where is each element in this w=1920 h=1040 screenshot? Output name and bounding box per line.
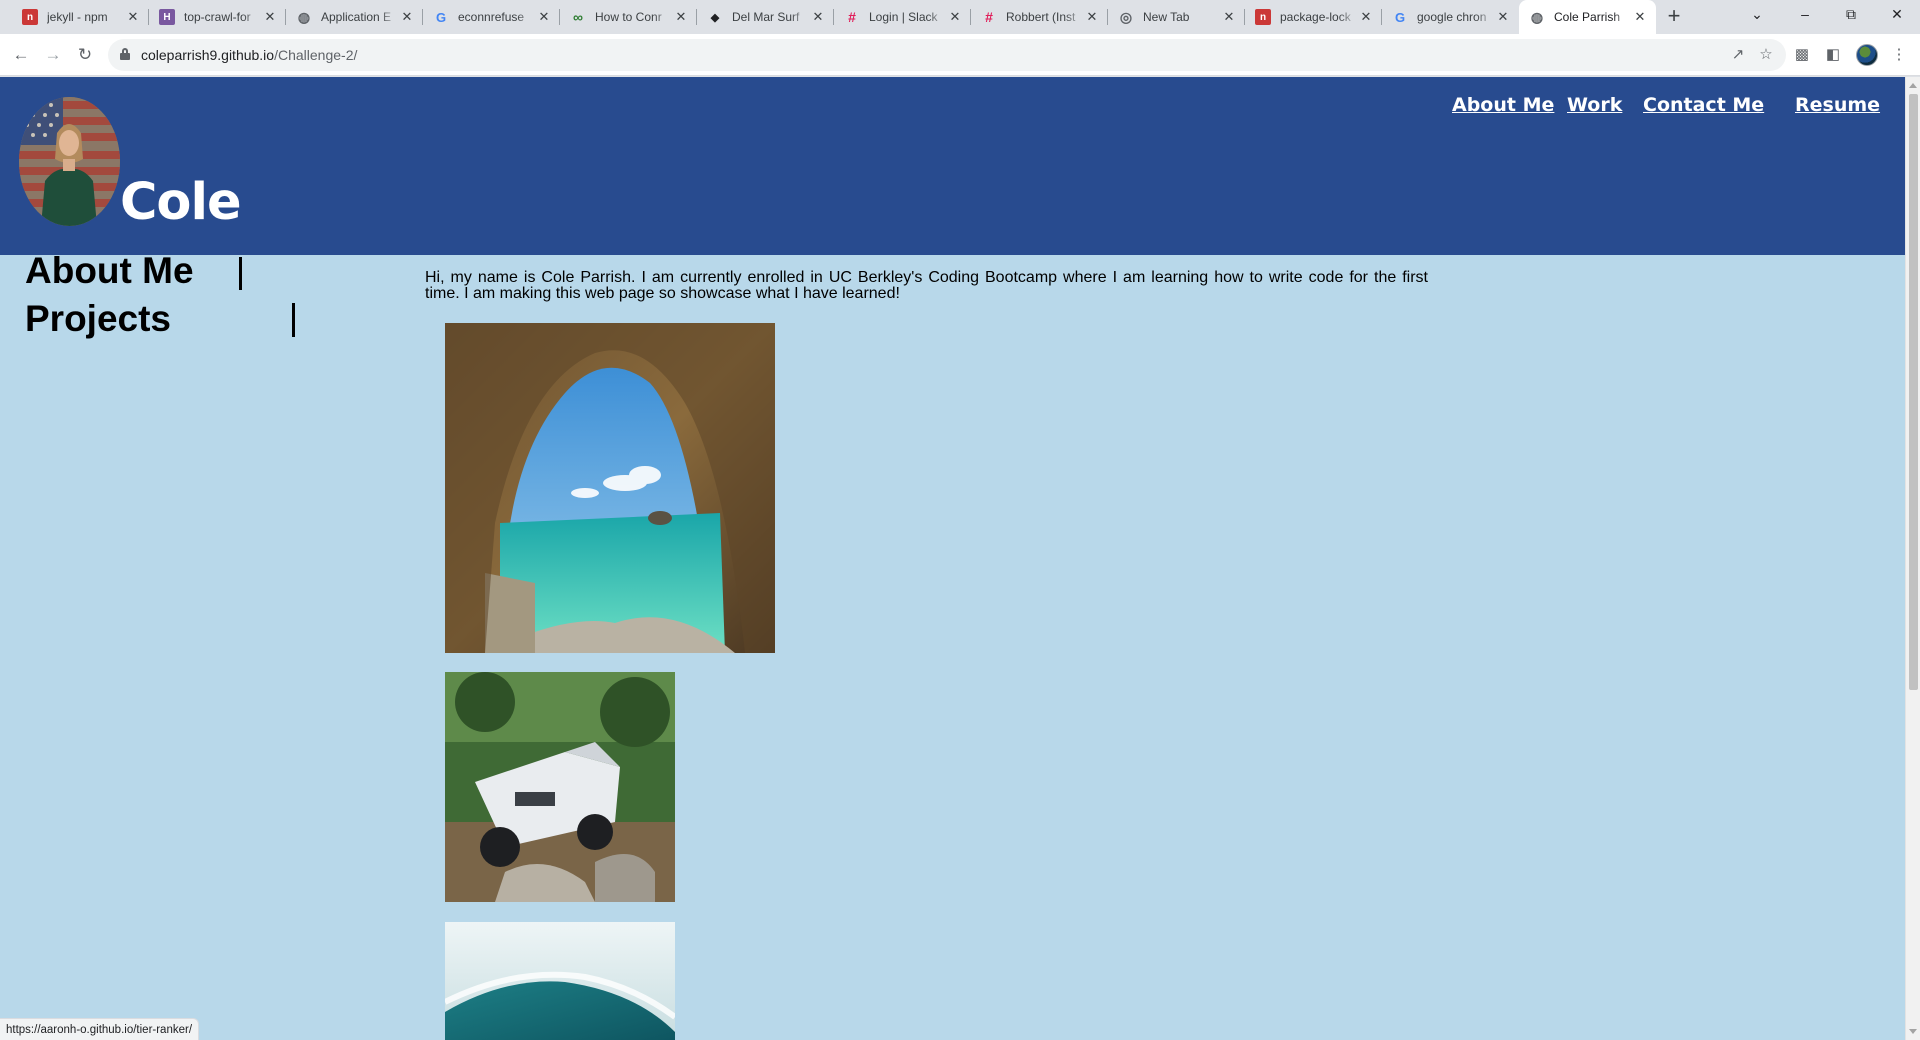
project-image-ocean-wave [445, 922, 675, 1040]
tab-close-icon[interactable]: ✕ [399, 9, 415, 25]
slack-icon: # [848, 9, 856, 25]
tab-close-icon[interactable]: ✕ [262, 9, 278, 25]
site-header: Cole About Me Work Contact Me Resume [0, 77, 1905, 255]
google-icon: G [1394, 9, 1406, 25]
sidebar-link-projects[interactable]: Projects [25, 298, 171, 340]
browser-tab-title: New Tab [1143, 10, 1190, 24]
status-bar-link-preview: https://aaronh-o.github.io/tier-ranker/ [0, 1018, 200, 1040]
side-panel-icon[interactable]: ◧ [1822, 44, 1844, 66]
tab-search-button[interactable]: ⌄ [1734, 0, 1780, 30]
browser-tab[interactable]: Htop-crawl-for ✕ [149, 0, 286, 34]
link-icon: ∞ [573, 9, 583, 25]
bookmark-star-icon[interactable]: ☆ [1756, 45, 1776, 65]
back-arrow-icon[interactable]: ← [8, 42, 34, 68]
nav-link-contact-me[interactable]: Contact Me [1643, 94, 1764, 116]
tab-close-icon[interactable]: ✕ [1358, 9, 1374, 25]
browser-tab[interactable]: ◎ New Tab ✕ [1108, 0, 1245, 34]
browser-tab-title: google chron [1417, 10, 1487, 24]
tab-close-icon[interactable]: ✕ [947, 9, 963, 25]
intro-paragraph: Hi, my name is Cole Parrish. I am curren… [425, 269, 1428, 302]
site-title: Cole [120, 173, 242, 232]
window-close-button[interactable]: ✕ [1874, 0, 1920, 30]
browser-tab-title: jekyll - npm [47, 10, 108, 24]
page-scrollbar[interactable] [1905, 77, 1920, 1040]
chrome-icon: ◎ [1119, 8, 1133, 25]
browser-tab-title: econnrefuse [458, 10, 525, 24]
browser-tab[interactable]: ∞ How to Conr ✕ [560, 0, 697, 34]
npm-icon: n [22, 9, 38, 25]
globe-icon: ◍ [297, 8, 311, 25]
browser-tab[interactable]: # Robbert (Inst ✕ [971, 0, 1108, 34]
nav-link-about-me[interactable]: About Me [1452, 94, 1554, 116]
profile-photo [19, 97, 120, 226]
reload-icon[interactable]: ↻ [72, 42, 98, 68]
browser-tab[interactable]: n package-lock ✕ [1245, 0, 1382, 34]
google-icon: G [435, 9, 447, 25]
url-path: /Challenge-2/ [274, 47, 358, 63]
profile-avatar-icon[interactable] [1856, 44, 1878, 66]
browser-tab[interactable]: ◍ Cole Parrish ✕ [1519, 0, 1656, 34]
extensions-puzzle-icon[interactable]: ▩ [1791, 44, 1813, 66]
tab-close-icon[interactable]: ✕ [1221, 9, 1237, 25]
restore-button[interactable]: ⧉ [1828, 0, 1874, 30]
tab-strip: + ⌄ – ⧉ ✕ n jekyll - npm ✕ Htop-crawl-for ✕ ◍… [0, 0, 1920, 34]
browser-toolbar: ← → ↻ coleparrish9.github.io/Challenge-2… [0, 34, 1920, 76]
browser-tab-title: package-lock [1280, 10, 1351, 24]
globe-icon: ◍ [1530, 8, 1544, 25]
nav-link-work[interactable]: Work [1567, 94, 1622, 116]
new-tab-button[interactable]: + [1662, 5, 1686, 29]
slack-icon: # [985, 9, 993, 25]
sidebar-link-about-me[interactable]: About Me [25, 250, 194, 292]
scrollbar-thumb[interactable] [1909, 94, 1918, 690]
minimize-button[interactable]: – [1782, 0, 1828, 30]
tab-close-icon[interactable]: ✕ [125, 9, 141, 25]
browser-tab[interactable]: Ggoogle chron ✕ [1382, 0, 1519, 34]
browser-tab-title: Robbert (Inst [1006, 10, 1076, 24]
tab-close-icon[interactable]: ✕ [536, 9, 552, 25]
browser-tab-title: Application E [321, 10, 392, 24]
lock-icon[interactable] [120, 48, 130, 60]
address-bar[interactable]: coleparrish9.github.io/Challenge-2/ ↗ ☆ [108, 39, 1786, 71]
browser-tab-title: top-crawl-for [184, 10, 251, 24]
browser-tab[interactable]: n jekyll - npm ✕ [12, 0, 149, 34]
browser-tab-title: How to Conr [595, 10, 662, 24]
tab-close-icon[interactable]: ✕ [673, 9, 689, 25]
browser-tab[interactable]: # Login | Slack ✕ [834, 0, 971, 34]
tab-close-icon[interactable]: ✕ [810, 9, 826, 25]
tab-close-icon[interactable]: ✕ [1495, 9, 1511, 25]
sidebar-divider [292, 303, 295, 337]
share-icon[interactable]: ↗ [1728, 45, 1748, 65]
tab-close-icon[interactable]: ✕ [1084, 9, 1100, 25]
scroll-down-arrow-icon[interactable] [1909, 1029, 1917, 1034]
nav-link-resume[interactable]: Resume [1795, 94, 1880, 116]
scroll-up-arrow-icon[interactable] [1909, 83, 1917, 88]
drop-icon: ◆ [710, 11, 720, 24]
browser-tab-title: Cole Parrish [1554, 10, 1621, 24]
browser-tab[interactable]: ◍ Application E ✕ [286, 0, 423, 34]
forward-arrow-icon[interactable]: → [40, 42, 66, 68]
page-viewport: Cole About Me Work Contact Me Resume Abo… [0, 77, 1905, 1040]
tab-close-icon[interactable]: ✕ [1632, 9, 1648, 25]
url-host: coleparrish9.github.io [141, 47, 275, 63]
url-text[interactable]: coleparrish9.github.io/Challenge-2/ [141, 47, 357, 63]
browser-tab[interactable]: ◆ Del Mar Surf ✕ [697, 0, 834, 34]
browser-tab-title: Login | Slack [869, 10, 938, 24]
npm-icon: n [1255, 9, 1271, 25]
browser-tab-title: Del Mar Surf [732, 10, 800, 24]
chrome-menu-icon[interactable]: ⋮ [1888, 44, 1910, 66]
browser-tab[interactable]: Geconnrefuse ✕ [423, 0, 560, 34]
sidebar-divider [239, 257, 242, 290]
project-image-offroad-truck [445, 672, 675, 902]
heroku-icon: H [159, 9, 175, 25]
project-image-sea-cave [445, 323, 775, 653]
